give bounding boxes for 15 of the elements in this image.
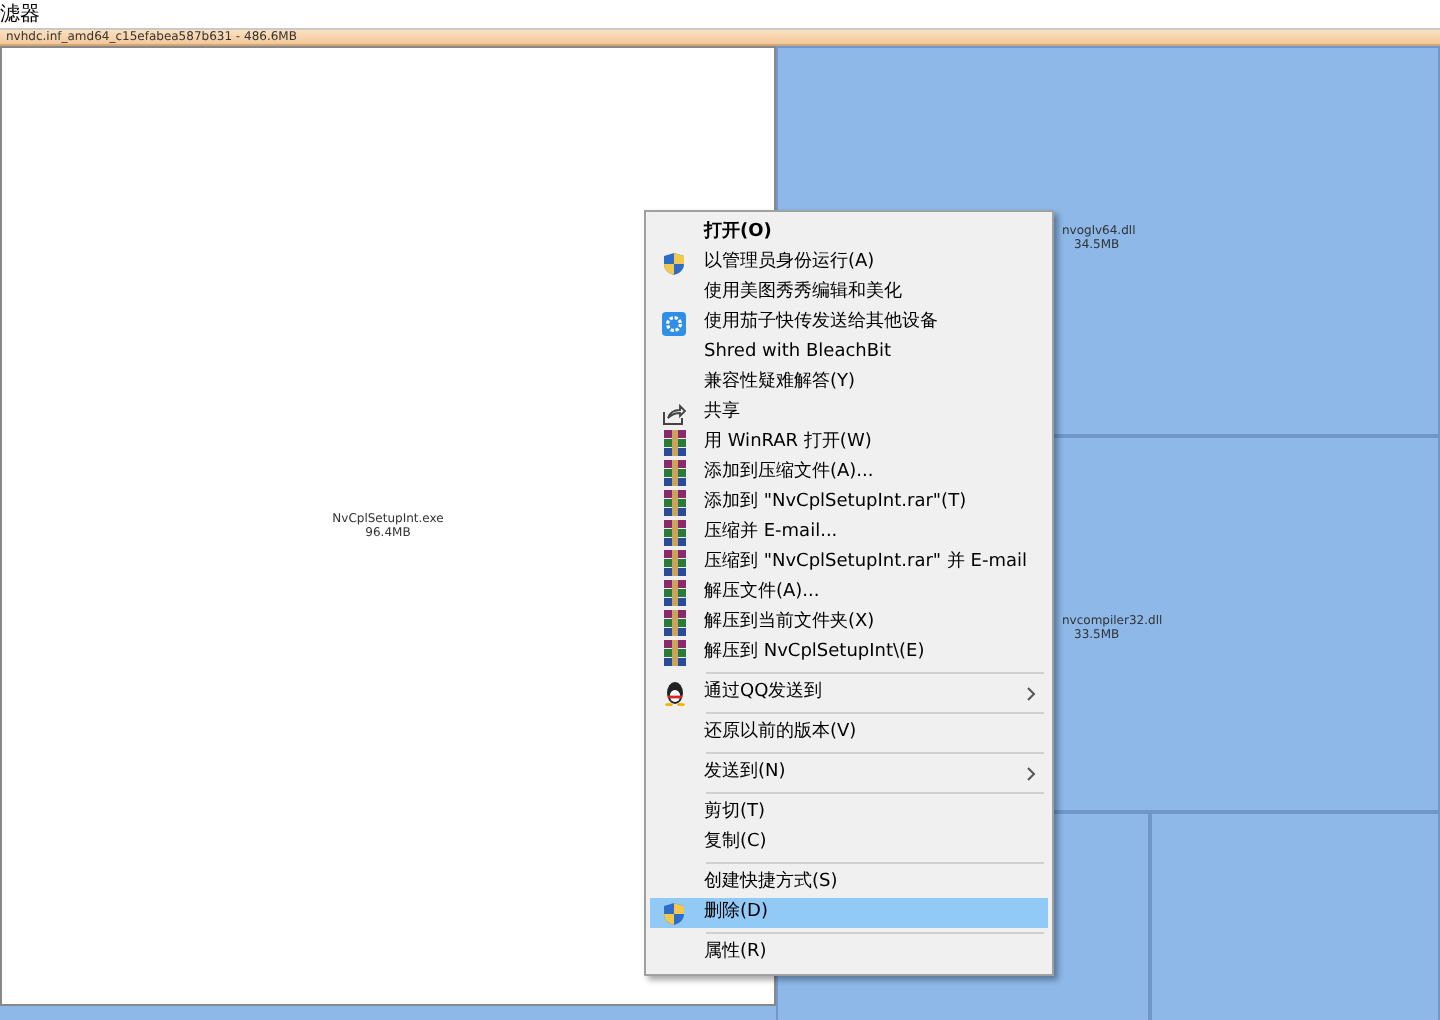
archive-stack-icon [663, 550, 685, 576]
gear-icon [662, 311, 686, 335]
archive-stack-icon [663, 580, 685, 606]
filter-label: 滤器 [0, 4, 40, 26]
share-icon [662, 401, 686, 425]
archive-stack-icon [663, 460, 685, 486]
menu-item[interactable]: 删除(D) [650, 898, 1048, 928]
archive-stack-icon [663, 430, 685, 456]
archive-stack-icon [663, 520, 685, 546]
penguin-icon [663, 680, 685, 706]
archive-stack-icon [663, 610, 685, 636]
archive-stack-icon [663, 640, 685, 666]
shield-icon [662, 251, 686, 275]
shield-icon [662, 901, 686, 925]
archive-stack-icon [663, 490, 685, 516]
